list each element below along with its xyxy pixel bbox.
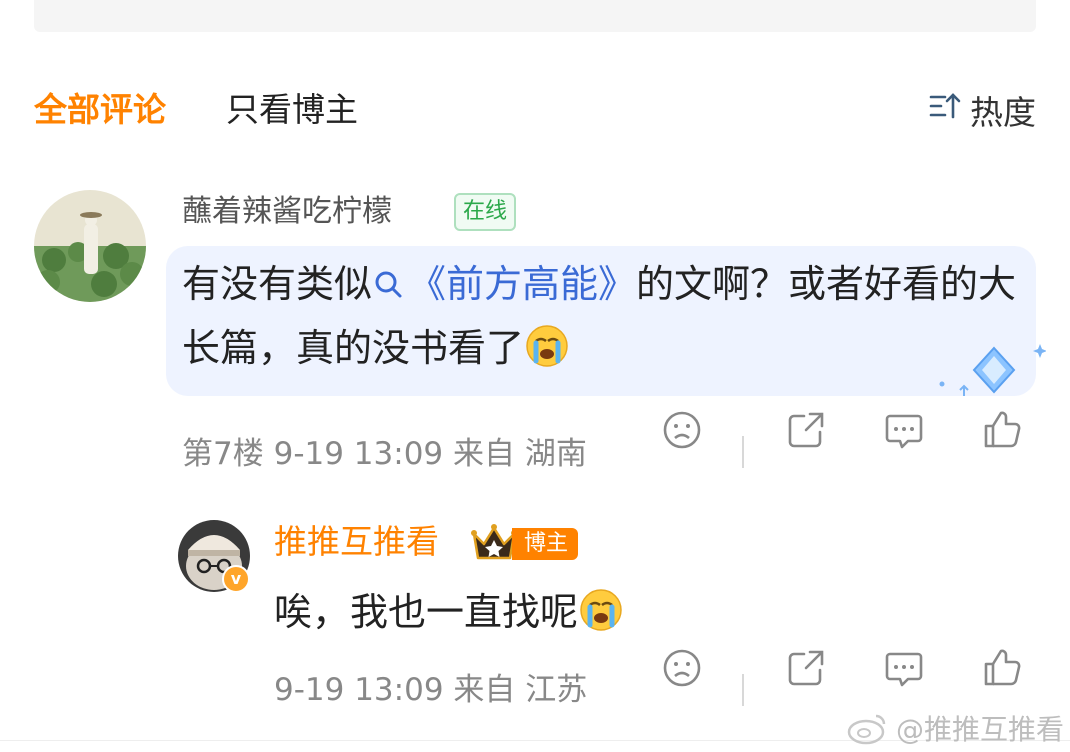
reply-text: 唉，我也一直找呢 bbox=[274, 584, 624, 640]
search-icon bbox=[375, 271, 402, 298]
replier-name[interactable]: 推推互推看 bbox=[274, 520, 439, 564]
reply-location: 来自 江苏 bbox=[453, 672, 588, 708]
previous-card bbox=[34, 0, 1036, 32]
comment-meta: 第7楼 9-19 13:09 来自 湖南 bbox=[182, 432, 587, 476]
dislike-icon[interactable] bbox=[660, 646, 704, 690]
comment-location: 来自 湖南 bbox=[453, 436, 587, 472]
avatar[interactable] bbox=[34, 190, 146, 302]
crown-icon bbox=[470, 520, 518, 564]
reply-meta: 9-19 13:09 来自 江苏 bbox=[274, 668, 587, 712]
reply-time: 9-19 13:09 bbox=[274, 672, 444, 708]
crying-emoji-icon bbox=[578, 587, 624, 633]
divider bbox=[742, 674, 744, 706]
comment-time: 9-19 13:09 bbox=[273, 436, 444, 472]
comment-text-start: 有没有类似 bbox=[182, 262, 373, 306]
divider bbox=[742, 436, 744, 468]
weibo-logo-icon bbox=[847, 714, 886, 745]
like-icon[interactable] bbox=[980, 408, 1024, 452]
like-icon[interactable] bbox=[980, 646, 1024, 690]
tab-all-comments[interactable]: 全部评论 bbox=[34, 86, 166, 134]
sort-button[interactable]: 热度 bbox=[928, 86, 1036, 134]
tab-op-only[interactable]: 只看博主 bbox=[226, 86, 358, 134]
sparkle-diamond-icon bbox=[936, 340, 1047, 400]
watermark-text: @推推互推看 bbox=[896, 713, 1065, 746]
crying-emoji-icon bbox=[524, 323, 570, 369]
comment-icon[interactable] bbox=[882, 646, 926, 690]
comment-icon[interactable] bbox=[882, 408, 926, 452]
floor-number: 第7楼 bbox=[182, 436, 264, 472]
online-badge: 在线 bbox=[454, 193, 516, 231]
dislike-icon[interactable] bbox=[660, 408, 704, 452]
comment-text: 有没有类似 《前方高能》的文啊？或者好看的大长篇，真的没书看了 bbox=[182, 252, 1022, 380]
share-icon[interactable] bbox=[784, 408, 828, 452]
reply-text-body: 唉，我也一直找呢 bbox=[274, 590, 579, 634]
commenter-name[interactable]: 蘸着辣酱吃柠檬 bbox=[182, 192, 392, 232]
share-icon[interactable] bbox=[784, 646, 828, 690]
comment-tabs: 全部评论 只看博主 热度 bbox=[34, 86, 1036, 134]
verified-badge-icon: v bbox=[222, 565, 250, 593]
op-badge: 博主 bbox=[512, 528, 579, 560]
sort-hot-icon bbox=[928, 89, 962, 131]
sort-label: 热度 bbox=[970, 93, 1036, 132]
topic-link[interactable]: 《前方高能》 bbox=[408, 262, 636, 306]
watermark: @推推互推看 bbox=[846, 708, 1064, 748]
